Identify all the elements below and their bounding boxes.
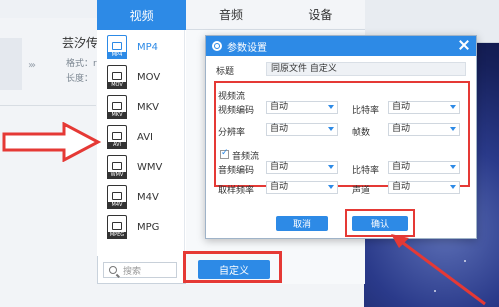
cancel-button[interactable]: 取消 — [276, 216, 328, 231]
video-file-icon: MOV — [107, 65, 127, 89]
format-label: MP4 — [137, 41, 159, 53]
chevron-down-icon — [450, 127, 456, 131]
video-bitrate-select[interactable]: 自动 — [388, 101, 460, 114]
search-icon — [109, 266, 117, 274]
format-item-mkv[interactable]: MKV MKV — [97, 92, 185, 122]
resolution-select[interactable]: 自动 — [266, 123, 338, 136]
format-label: AVI — [137, 131, 153, 143]
video-codec-select[interactable]: 自动 — [266, 101, 338, 114]
samplerate-select[interactable]: 自动 — [266, 181, 338, 194]
video-file-icon: AVI — [107, 125, 127, 149]
format-search-input[interactable]: 搜索 — [103, 262, 177, 278]
format-list: MP4 MP4 MOV MOV MKV MKV AVI AVI WMV WMV … — [97, 30, 185, 256]
chevron-down-icon — [450, 185, 456, 189]
samplerate-value: 自动 — [270, 182, 289, 192]
samplerate-label: 取样频率 — [218, 186, 255, 196]
tab-video[interactable]: 视频 — [97, 0, 187, 30]
video-section-label: 视频流 — [218, 92, 246, 102]
video-bitrate-label: 比特率 — [352, 106, 380, 116]
search-placeholder: 搜索 — [123, 266, 142, 277]
audio-bitrate-label: 比特率 — [352, 166, 380, 176]
background-file-name: 芸汐传 — [62, 36, 99, 50]
audio-stream-checkbox[interactable] — [220, 148, 229, 159]
tab-audio[interactable]: 音频 — [186, 0, 276, 30]
chevron-down-icon — [450, 105, 456, 109]
resolution-label: 分辨率 — [218, 128, 246, 138]
background-thumbnail — [0, 38, 22, 90]
background-format-meta: 格式：r — [66, 59, 97, 69]
video-file-icon: MP4 — [107, 35, 127, 59]
video-file-icon: WMV — [107, 155, 127, 179]
video-codec-label: 视频编码 — [218, 106, 255, 116]
chevron-down-icon — [328, 127, 334, 131]
chevron-down-icon — [328, 165, 334, 169]
chevron-down-icon — [450, 165, 456, 169]
audio-codec-label: 音频编码 — [218, 166, 255, 176]
dialog-title-bar: 参数设置 — [206, 36, 476, 56]
highlight-box-custom — [183, 251, 282, 283]
dialog-title: 参数设置 — [227, 42, 267, 54]
fps-value: 自动 — [392, 124, 411, 134]
format-item-wmv[interactable]: WMV WMV — [97, 152, 185, 182]
format-label: MOV — [137, 71, 161, 83]
background-convert-arrows: ››› — [28, 60, 36, 71]
audio-section-label: 音频流 — [232, 152, 260, 162]
channel-select[interactable]: 自动 — [388, 181, 460, 194]
video-codec-value: 自动 — [270, 102, 289, 112]
red-arrow-annotation-diagonal — [391, 234, 486, 306]
audio-bitrate-value: 自动 — [392, 162, 411, 172]
video-file-icon: MKV — [107, 95, 127, 119]
format-item-mpg[interactable]: MPEG MPG — [97, 212, 185, 242]
video-file-icon: MPEG — [107, 215, 127, 239]
red-arrow-annotation — [2, 122, 102, 162]
title-field[interactable]: 同原文件 自定义 — [266, 62, 466, 76]
format-item-avi[interactable]: AVI AVI — [97, 122, 185, 152]
video-bitrate-value: 自动 — [392, 102, 411, 112]
format-label: MKV — [137, 101, 160, 113]
chevron-down-icon — [328, 185, 334, 189]
title-label: 标题 — [216, 67, 235, 77]
audio-bitrate-select[interactable]: 自动 — [388, 161, 460, 174]
audio-codec-select[interactable]: 自动 — [266, 161, 338, 174]
format-label: M4V — [137, 191, 159, 203]
resolution-value: 自动 — [270, 124, 289, 134]
fps-select[interactable]: 自动 — [388, 123, 460, 136]
fps-label: 帧数 — [352, 128, 371, 138]
audio-codec-value: 自动 — [270, 162, 289, 172]
format-item-mov[interactable]: MOV MOV — [97, 62, 185, 92]
background-length-meta: 长度： — [66, 74, 94, 84]
gear-icon — [212, 41, 222, 51]
format-label: MPG — [137, 221, 160, 233]
format-item-mp4[interactable]: MP4 MP4 — [97, 32, 185, 62]
settings-dialog: 参数设置 标题 同原文件 自定义 视频流 视频编码 自动 比特率 自动 分辨率 … — [205, 35, 477, 239]
format-label: WMV — [137, 161, 163, 173]
channel-value: 自动 — [392, 182, 411, 192]
format-tabs: 视频 音频 设备 — [97, 0, 365, 30]
chevron-down-icon — [328, 105, 334, 109]
background-divider — [0, 105, 96, 106]
format-item-m4v[interactable]: M4V M4V — [97, 182, 185, 212]
close-icon[interactable] — [457, 38, 471, 52]
tab-device[interactable]: 设备 — [275, 0, 365, 30]
video-file-icon: M4V — [107, 185, 127, 209]
channel-label: 声道 — [352, 186, 371, 196]
